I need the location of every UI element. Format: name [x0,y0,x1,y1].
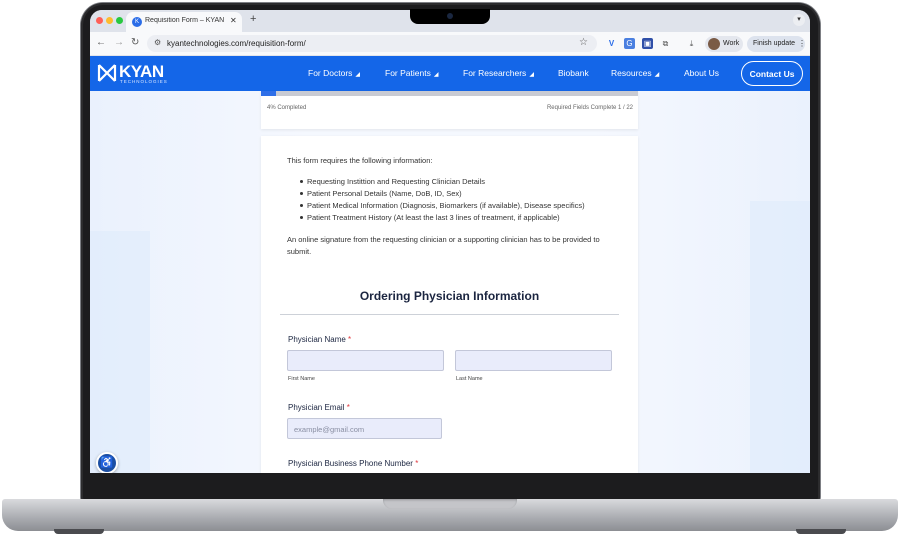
laptop-foot [54,529,104,534]
bookmark-star-icon[interactable]: ☆ [579,37,588,48]
download-icon[interactable]: ⤓ [686,38,697,49]
nav-for-researchers[interactable]: For Researchers ◢ [463,68,534,78]
new-tab-button[interactable]: + [250,13,256,25]
site-info-icon[interactable]: ⚙ [154,38,161,47]
extension-box-icon[interactable]: ▣ [642,38,653,49]
minimize-window-icon[interactable] [106,17,113,24]
avatar [708,38,720,50]
requisition-form: This form requires the following informa… [261,136,638,473]
caret-down-icon: ◢ [529,72,534,78]
email-field[interactable]: example@gmail.com [287,418,442,439]
required-fields-text: Required Fields Complete 1 / 22 [546,105,633,111]
list-item: Patient Personal Details (Name, DoB, ID,… [300,189,627,201]
nav-label: Biobank [558,68,589,78]
decorative-panel-left [90,231,150,473]
last-name-field[interactable] [455,350,612,371]
section-title: Ordering Physician Information [359,289,540,303]
first-name-field[interactable] [287,350,444,371]
list-item: Patient Medical Information (Diagnosis, … [300,201,627,213]
nav-for-doctors[interactable]: For Doctors ◢ [308,68,360,78]
nav-label: About Us [684,68,719,78]
tab-title: Requisition Form – KYAN Technologies [145,17,225,24]
requirements-list: Requesting Instittion and Requesting Cli… [300,177,627,225]
required-mark: * [348,335,352,344]
back-icon[interactable]: ← [96,37,106,48]
favicon-icon: K [132,17,142,27]
phone-label: Physician Business Phone Number * [288,459,418,468]
extension-v-icon[interactable]: V [606,38,617,49]
nav-label: For Researchers [463,68,527,78]
translate-icon[interactable]: G [624,38,635,49]
laptop-foot [796,529,846,534]
forward-icon[interactable]: → [114,37,124,48]
list-item: Patient Treatment History (At least the … [300,213,627,225]
laptop-opening-slot [383,499,517,509]
decorative-panel-right [750,201,810,473]
logo-mark-icon [97,64,117,82]
url-text[interactable]: kyantechnologies.com/requisition-form/ [167,39,306,48]
close-tab-icon[interactable]: ✕ [230,16,237,25]
caret-down-icon: ◢ [355,72,361,78]
required-mark: * [346,403,350,412]
laptop-frame: K Requisition Form – KYAN Technologies ✕… [0,0,900,536]
progress-fill [261,91,277,96]
progress-bar [261,91,638,96]
profile-label: Work [723,40,740,47]
progress-completed-text: 4% Completed [267,105,307,111]
reload-icon[interactable]: ↻ [131,37,139,48]
contact-label: Contact Us [749,69,795,79]
profile-button[interactable]: Work [705,36,743,52]
nav-label: For Doctors [308,68,353,78]
nav-about-us[interactable]: About Us [684,68,719,78]
update-label: Finish update [753,40,796,47]
caret-down-icon: ◢ [433,72,439,78]
menu-dots-icon: ⋮ [798,39,806,48]
tab-search-icon[interactable]: ▾ [793,14,805,26]
list-item: Requesting Instittion and Requesting Cli… [300,177,627,189]
physician-name-label: Physician Name * [288,335,351,344]
signature-note: An online signature from the requesting … [287,235,600,256]
nav-resources[interactable]: Resources ◢ [611,68,659,78]
logo-subtext: TECHNOLOGIES [120,79,168,84]
accessibility-icon[interactable]: ♿ [96,452,118,473]
finish-update-button[interactable]: Finish update ⋮ [747,36,806,52]
label-text: Physician Name [288,335,346,344]
kyan-logo[interactable]: KYAN TECHNOLOGIES [97,62,177,86]
camera-icon [447,13,453,19]
extensions-puzzle-icon[interactable]: ⧉ [660,38,671,49]
physician-email-label: Physician Email * [288,403,350,412]
site-header: KYAN TECHNOLOGIES For Doctors ◢ For Patie… [90,56,810,91]
nav-biobank[interactable]: Biobank [558,68,589,78]
browser-window: K Requisition Form – KYAN Technologies ✕… [90,10,810,473]
page-content: 4% Completed Required Fields Complete 1 … [90,91,810,473]
address-bar[interactable]: ⚙ kyantechnologies.com/requisition-form/… [147,35,597,52]
tab-active[interactable]: K Requisition Form – KYAN Technologies ✕ [126,12,242,32]
close-window-icon[interactable] [96,17,103,24]
label-text: Physician Business Phone Number [288,459,413,468]
section-divider [280,314,619,315]
progress-card: 4% Completed Required Fields Complete 1 … [261,91,638,129]
nav-label: Resources [611,68,652,78]
label-text: Physician Email [288,403,345,412]
caret-down-icon: ◢ [654,72,660,78]
nav-label: For Patients [385,68,431,78]
nav-for-patients[interactable]: For Patients ◢ [385,68,438,78]
form-intro: This form requires the following informa… [287,156,433,165]
contact-us-button[interactable]: Contact Us [741,61,803,86]
email-placeholder: example@gmail.com [294,425,365,434]
last-name-sublabel: Last Name [456,376,483,382]
first-name-sublabel: First Name [288,376,315,382]
maximize-window-icon[interactable] [116,17,123,24]
browser-toolbar: ← → ↻ ⚙ kyantechnologies.com/requisition… [90,32,810,56]
required-mark: * [415,459,419,468]
